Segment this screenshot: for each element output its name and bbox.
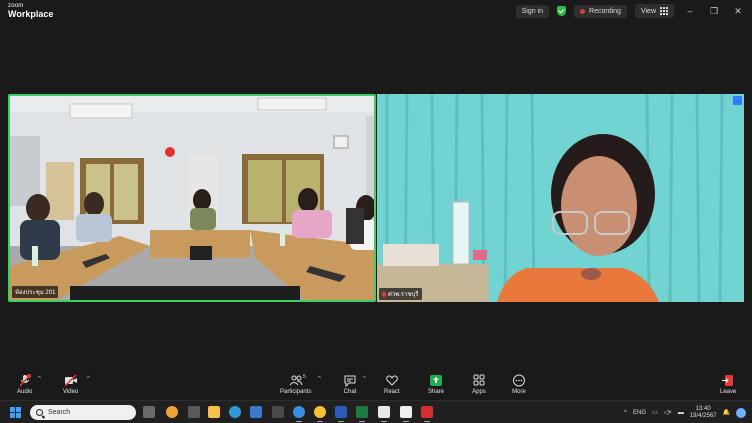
- pdf-reader-icon[interactable]: [421, 406, 433, 422]
- language-indicator[interactable]: ENG: [633, 410, 646, 416]
- apps-button[interactable]: Apps: [472, 374, 486, 395]
- leave-button[interactable]: Leave: [720, 374, 736, 395]
- system-tray: ^ ENG ▭ ◁× ▬ 13:40 19/4/2567 🔔: [624, 404, 746, 421]
- audio-button[interactable]: Audio: [17, 374, 32, 395]
- zoom-logo: zoom Workplace: [8, 3, 53, 19]
- document-icon[interactable]: [400, 406, 412, 422]
- task-view-icon[interactable]: [143, 406, 155, 418]
- share-button[interactable]: Share: [428, 374, 444, 395]
- chat-options-caret[interactable]: ^: [363, 376, 366, 382]
- clock-time: 13:40: [695, 405, 711, 412]
- file-explorer-icon[interactable]: [208, 406, 220, 418]
- title-bar: zoom Workplace Sign in Recording View – …: [0, 0, 752, 22]
- recording-label: Recording: [589, 7, 621, 15]
- tile-options-button[interactable]: ···: [733, 96, 742, 105]
- recording-indicator[interactable]: Recording: [574, 4, 627, 18]
- audio-options-caret[interactable]: ^: [38, 376, 41, 382]
- view-button[interactable]: View: [634, 4, 674, 18]
- video-tile-remote-participant[interactable]: ··· ศวพ.ราชบุรี: [377, 94, 744, 302]
- participants-options-caret[interactable]: ^: [318, 376, 321, 382]
- react-label: React: [384, 389, 400, 395]
- minimize-button[interactable]: –: [682, 6, 698, 16]
- taskbar-search-box[interactable]: Search: [30, 405, 136, 420]
- participants-label: Participants: [280, 389, 312, 395]
- widgets-icon[interactable]: [166, 406, 178, 418]
- recording-dot-icon: [580, 8, 586, 14]
- taskbar-app-icon[interactable]: [250, 406, 262, 418]
- video-tile-meeting-room[interactable]: ห้องประชุม 201: [8, 94, 376, 302]
- share-label: Share: [428, 389, 445, 395]
- tray-expand-icon[interactable]: ^: [624, 410, 627, 416]
- chat-label: Chat: [343, 389, 357, 395]
- copilot-icon[interactable]: [736, 407, 746, 418]
- sign-in-button[interactable]: Sign in: [515, 4, 550, 18]
- participants-count: 5: [303, 374, 306, 380]
- volume-icon[interactable]: ◁×: [664, 409, 672, 416]
- apps-label: Apps: [472, 389, 486, 395]
- close-window-button[interactable]: ✕: [730, 6, 746, 17]
- zoom-app-icon[interactable]: [293, 406, 305, 422]
- windows-start-icon[interactable]: [10, 407, 21, 418]
- windows-taskbar: Search ^ ENG ▭ ◁× ▬ 13:40 19/4/2567 🔔: [0, 400, 752, 423]
- search-placeholder: Search: [48, 409, 71, 416]
- leave-door-icon: [722, 375, 734, 386]
- video-gallery: ห้องประชุม 201 ··· ศวพ.ราชบุรี: [0, 22, 752, 370]
- search-icon: [36, 409, 43, 416]
- meeting-room-video: [10, 96, 374, 300]
- chat-bubble-icon: [344, 375, 356, 387]
- camera-off-icon: [64, 374, 77, 387]
- leave-label: Leave: [720, 389, 737, 395]
- apps-icon: [473, 374, 485, 386]
- clock-date: 19/4/2567: [689, 412, 717, 419]
- audio-label: Audio: [17, 389, 33, 395]
- more-button[interactable]: More: [512, 374, 526, 395]
- participant-name: ศวพ.ราชบุรี: [388, 292, 419, 298]
- view-label: View: [640, 7, 656, 15]
- muted-mic-icon: [382, 291, 386, 297]
- word-app-icon[interactable]: [335, 406, 347, 422]
- chat-button[interactable]: Chat: [343, 374, 357, 395]
- more-label: More: [512, 389, 526, 395]
- edge-browser-icon[interactable]: [229, 406, 241, 418]
- participant-name-tag: ศวพ.ราชบุรี: [379, 288, 422, 300]
- share-screen-icon: [430, 375, 442, 386]
- react-button[interactable]: React: [384, 374, 400, 395]
- encryption-shield-icon[interactable]: [557, 6, 567, 16]
- network-icon[interactable]: ▭: [652, 409, 658, 416]
- battery-icon[interactable]: ▬: [678, 410, 684, 416]
- video-label: Video: [63, 389, 79, 395]
- participant-name: ห้องประชุม 201: [15, 290, 56, 296]
- taskbar-clock[interactable]: 13:40 19/4/2567: [690, 406, 717, 420]
- maximize-button[interactable]: ❐: [706, 6, 722, 17]
- participant-name-tag: ห้องประชุม 201: [12, 286, 59, 298]
- participants-icon: [289, 375, 303, 386]
- video-button[interactable]: Video: [63, 374, 78, 395]
- notification-bell-icon[interactable]: 🔔: [723, 409, 730, 416]
- meeting-toolbar: Audio ^ Video ^ Participants 5 ^ Chat ^ …: [0, 370, 752, 400]
- more-dots-icon: [513, 374, 525, 387]
- brand-large: Workplace: [8, 9, 54, 19]
- taskbar-app-icon[interactable]: [272, 406, 284, 418]
- taskbar-app-icon[interactable]: [188, 406, 200, 418]
- heart-icon: [386, 375, 398, 386]
- remote-participant-video: [377, 94, 744, 302]
- excel-app-icon[interactable]: [356, 406, 368, 422]
- microphone-muted-icon: [19, 374, 31, 387]
- document-icon[interactable]: [378, 406, 390, 422]
- grid-view-icon: [660, 7, 668, 15]
- participants-button[interactable]: Participants: [280, 374, 311, 395]
- chrome-browser-icon[interactable]: [314, 406, 326, 422]
- video-options-caret[interactable]: ^: [87, 376, 90, 382]
- sign-in-label: Sign in: [521, 7, 544, 15]
